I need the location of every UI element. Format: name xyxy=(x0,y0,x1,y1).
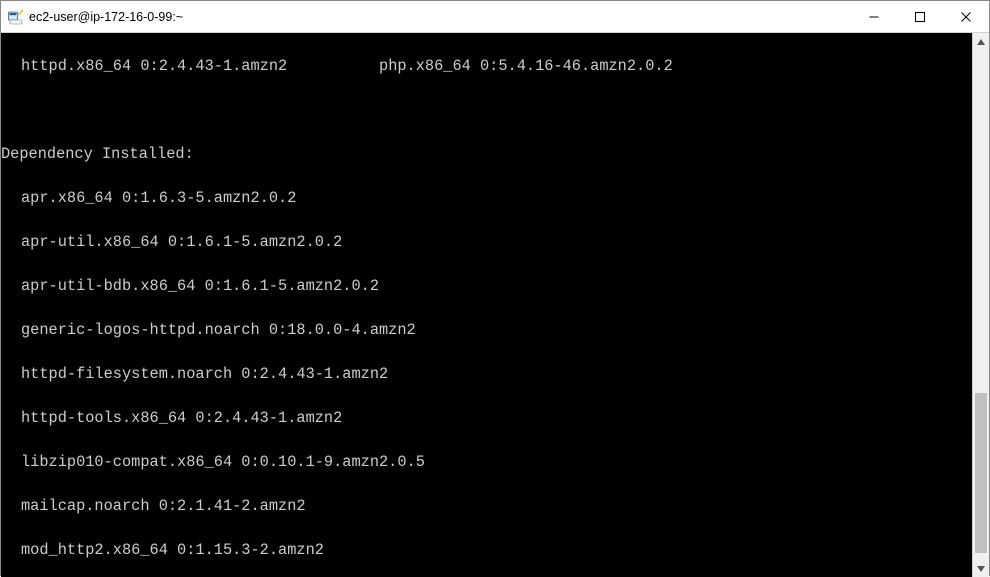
terminal[interactable]: httpd.x86_64 0:2.4.43-1.amzn2 php.x86_64… xyxy=(1,33,972,577)
terminal-line: httpd.x86_64 0:2.4.43-1.amzn2 php.x86_64… xyxy=(1,55,972,77)
window-controls xyxy=(851,1,989,32)
terminal-line xyxy=(1,99,972,121)
content-area: httpd.x86_64 0:2.4.43-1.amzn2 php.x86_64… xyxy=(1,33,989,577)
app-icon xyxy=(7,9,23,25)
scroll-up-button[interactable] xyxy=(973,33,989,50)
terminal-line: apr-util.x86_64 0:1.6.1-5.amzn2.0.2 xyxy=(1,231,972,253)
terminal-line: apr.x86_64 0:1.6.3-5.amzn2.0.2 xyxy=(1,187,972,209)
terminal-line: Dependency Installed: xyxy=(1,143,972,165)
terminal-line: apr-util-bdb.x86_64 0:1.6.1-5.amzn2.0.2 xyxy=(1,275,972,297)
minimize-button[interactable] xyxy=(851,1,897,32)
close-button[interactable] xyxy=(943,1,989,32)
terminal-line: httpd-tools.x86_64 0:2.4.43-1.amzn2 xyxy=(1,407,972,429)
terminal-line: libzip010-compat.x86_64 0:0.10.1-9.amzn2… xyxy=(1,451,972,473)
scroll-down-button[interactable] xyxy=(973,560,989,577)
maximize-button[interactable] xyxy=(897,1,943,32)
scroll-thumb[interactable] xyxy=(975,393,987,553)
window-title: ec2-user@ip-172-16-0-99:~ xyxy=(29,10,851,24)
scrollbar[interactable] xyxy=(972,33,989,577)
terminal-line: httpd-filesystem.noarch 0:2.4.43-1.amzn2 xyxy=(1,363,972,385)
terminal-line: generic-logos-httpd.noarch 0:18.0.0-4.am… xyxy=(1,319,972,341)
terminal-line: mailcap.noarch 0:2.1.41-2.amzn2 xyxy=(1,495,972,517)
terminal-line: mod_http2.x86_64 0:1.15.3-2.amzn2 xyxy=(1,539,972,561)
window-titlebar: ec2-user@ip-172-16-0-99:~ xyxy=(1,1,989,33)
